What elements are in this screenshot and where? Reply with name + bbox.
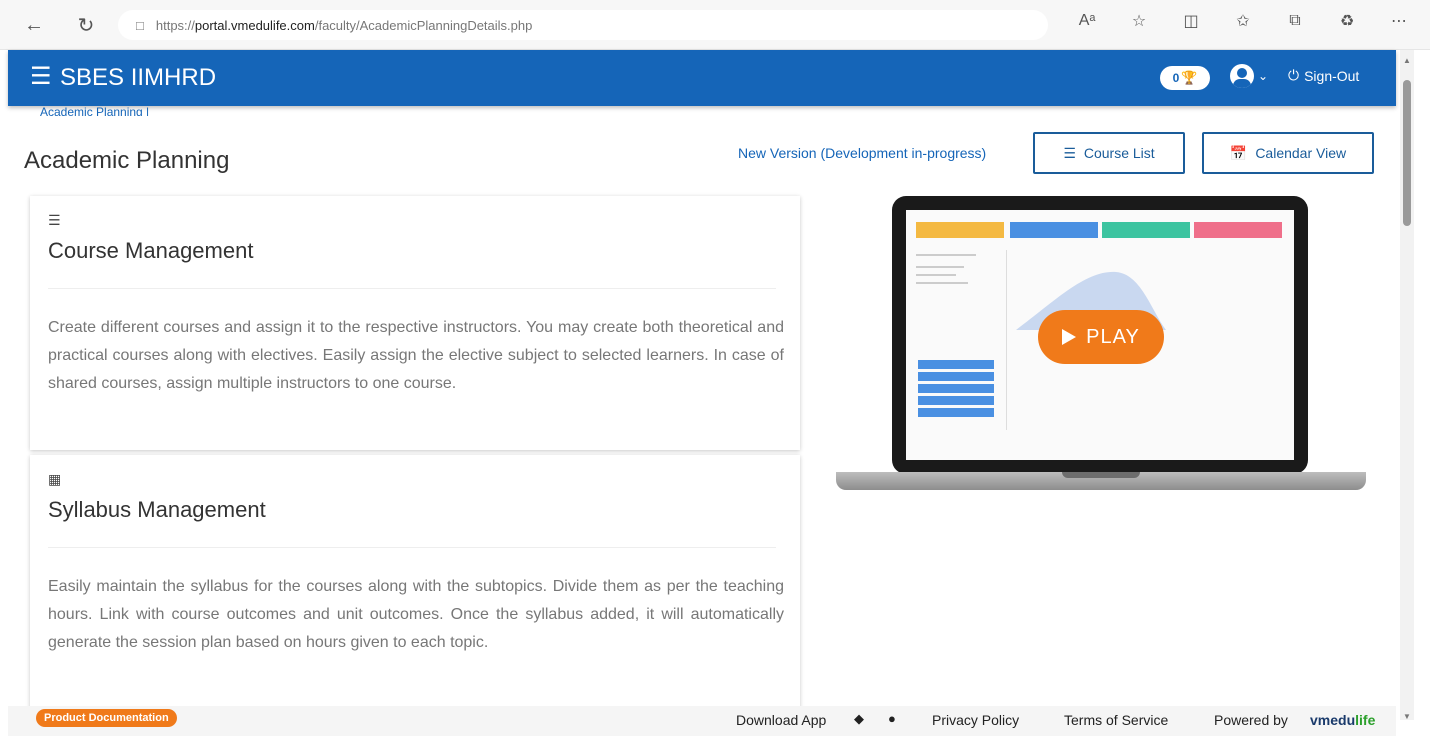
footer: Product Documentation Download App ◆ ● P… <box>8 706 1396 736</box>
preview-tile <box>916 222 1004 238</box>
power-icon: ⏻ <box>1288 67 1300 83</box>
course-management-card: ☰ Course Management Create different cou… <box>30 196 800 450</box>
browser-toolbar: ← ↻ □ https://portal.vmedulife.com/facul… <box>0 0 1430 50</box>
extensions-icon[interactable]: ♻ <box>1336 11 1358 31</box>
syllabus-management-card: ▦ Syllabus Management Easily maintain th… <box>30 455 800 710</box>
vmedulife-brand-link[interactable]: vmedulife <box>1310 712 1375 728</box>
trophy-icon: 🏆 <box>1181 70 1198 85</box>
trophy-badge[interactable]: 0 🏆 <box>1160 66 1210 90</box>
card-divider <box>48 547 776 548</box>
preview-button <box>918 372 994 381</box>
page-title: Academic Planning <box>24 147 230 174</box>
app-header: ☰ SBES IIMHRD 0 🏆 ⌄ ⏻ Sign-Out <box>8 50 1396 106</box>
breadcrumb[interactable]: Academic Planning | <box>40 106 149 116</box>
favorite-star-icon[interactable]: ☆ <box>1128 11 1150 31</box>
preview-tile <box>1010 222 1098 238</box>
scroll-up-arrow-icon[interactable]: ▲ <box>1400 56 1414 65</box>
calendar-icon: 📅 <box>1229 144 1248 161</box>
list-icon: ▦ <box>48 471 62 487</box>
url-path: /faculty/AcademicPlanningDetails.php <box>314 17 533 33</box>
card-divider <box>48 288 776 289</box>
preview-line <box>916 254 976 256</box>
browser-tools: Aᵃ ☆ ◫ ✩ ⧉ ♻ ⋯ <box>1076 11 1410 31</box>
card-title: Syllabus Management <box>48 497 266 522</box>
brand-accent: life <box>1355 712 1376 728</box>
favorites-icon[interactable]: ✩ <box>1232 11 1254 31</box>
user-menu[interactable]: ⌄ <box>1230 64 1268 88</box>
reload-icon[interactable]: ↻ <box>72 11 100 39</box>
url-host: portal.vmedulife.com <box>194 17 315 33</box>
play-label: PLAY <box>1086 325 1140 348</box>
preview-button <box>918 384 994 393</box>
list-icon: ☰ <box>48 212 61 228</box>
calendar-view-label: Calendar View <box>1255 145 1347 161</box>
chevron-down-icon: ⌄ <box>1258 69 1269 83</box>
preview-button <box>918 408 994 417</box>
brand-main: vmedu <box>1310 712 1356 728</box>
calendar-view-button[interactable]: 📅 Calendar View <box>1202 132 1374 174</box>
signout-button[interactable]: ⏻ Sign-Out <box>1288 67 1359 84</box>
preview-line <box>916 266 964 268</box>
preview-tile <box>1194 222 1282 238</box>
scroll-down-arrow-icon[interactable]: ▼ <box>1400 712 1414 721</box>
course-list-label: Course List <box>1083 145 1155 161</box>
scrollbar-thumb[interactable] <box>1403 80 1411 226</box>
course-list-button[interactable]: ☰ Course List <box>1033 132 1185 174</box>
page-info-icon[interactable]: □ <box>136 18 144 33</box>
android-icon[interactable]: ◆ <box>854 711 864 727</box>
badge-count: 0 <box>1172 71 1180 85</box>
preview-line <box>916 274 956 276</box>
brand-title[interactable]: SBES IIMHRD <box>60 64 216 92</box>
split-screen-icon[interactable]: ◫ <box>1180 11 1202 31</box>
laptop-notch <box>1062 472 1140 478</box>
url-scheme: https:// <box>155 17 195 33</box>
product-documentation-button[interactable]: Product Documentation <box>36 709 177 727</box>
terms-of-service-link[interactable]: Terms of Service <box>1064 712 1168 728</box>
collections-icon[interactable]: ⧉ <box>1284 12 1306 30</box>
play-button[interactable]: PLAY <box>1038 310 1164 364</box>
signout-label: Sign-Out <box>1304 67 1360 84</box>
card-description: Create different courses and assign it t… <box>48 319 784 392</box>
card-description: Easily maintain the syllabus for the cou… <box>48 578 784 651</box>
preview-tile <box>1102 222 1190 238</box>
address-bar[interactable]: □ https://portal.vmedulife.com/faculty/A… <box>118 10 1048 40</box>
user-avatar-icon <box>1230 64 1254 88</box>
preview-button <box>918 360 994 369</box>
back-arrow-icon[interactable]: ← <box>20 11 48 39</box>
hamburger-menu-icon[interactable]: ☰ <box>30 64 52 90</box>
list-icon: ☰ <box>1063 144 1076 161</box>
preview-line <box>916 282 968 284</box>
new-version-link[interactable]: New Version (Development in-progress) <box>738 145 986 161</box>
privacy-policy-link[interactable]: Privacy Policy <box>932 712 1019 728</box>
powered-by-label: Powered by <box>1214 712 1288 728</box>
apple-icon[interactable]: ● <box>888 711 896 726</box>
card-title: Course Management <box>48 238 254 263</box>
preview-button <box>918 396 994 405</box>
play-icon <box>1062 329 1077 345</box>
read-aloud-icon[interactable]: Aᵃ <box>1076 12 1098 30</box>
download-app-link[interactable]: Download App <box>736 712 826 728</box>
more-icon[interactable]: ⋯ <box>1388 11 1410 31</box>
